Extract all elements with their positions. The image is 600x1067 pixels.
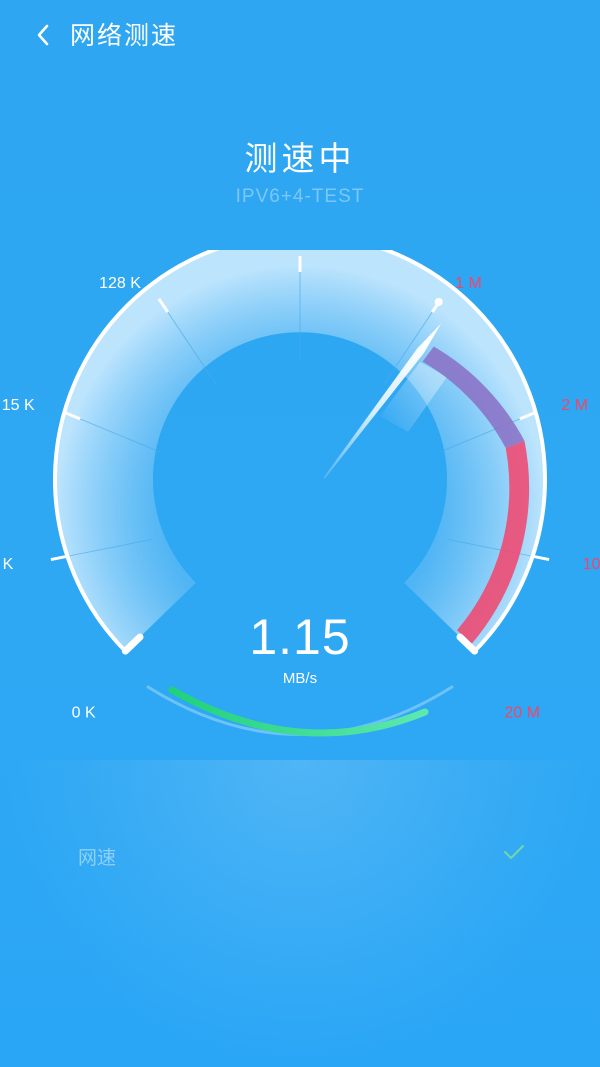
gauge-tick-label: 20 M [504, 704, 540, 721]
back-button[interactable] [30, 18, 60, 52]
chevron-left-icon [37, 24, 49, 46]
speed-unit: MB/s [282, 670, 318, 687]
needle-spark [434, 297, 443, 306]
page-title: 网络测速 [70, 21, 179, 50]
speed-value: 1.15 [249, 609, 351, 665]
check-icon [504, 845, 524, 859]
gauge-tick-label: 15 K [2, 397, 35, 414]
progress-fill [168, 686, 429, 737]
results-panel-glow [0, 760, 600, 1067]
status-title: 测速中 [244, 139, 356, 178]
gauge-tick-label: 1 M [455, 275, 482, 292]
gauge-tick [50, 554, 67, 562]
gauge-tick-label: 2 K [0, 556, 14, 573]
gauge-tick-label: 2 M [561, 397, 588, 414]
gauge-tick [533, 554, 550, 562]
gauge-tick-label: 0 K [72, 704, 96, 721]
header: 网络测速 [0, 0, 600, 70]
progress-track [146, 685, 454, 736]
gauge-tick-label: 128 K [99, 275, 141, 292]
server-name: IPV6+4-TEST [235, 186, 365, 207]
gauge-tick-label: 10 M [583, 556, 600, 573]
result-label-speed: 网速 [78, 847, 117, 869]
